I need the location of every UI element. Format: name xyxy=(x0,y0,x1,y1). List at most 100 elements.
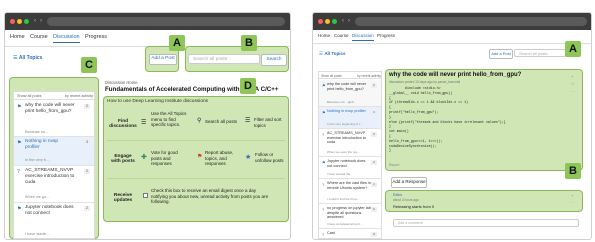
nav-discussion[interactable]: Discussion xyxy=(352,33,374,41)
course-nav: Home Course Discussion Progress xyxy=(313,30,591,44)
list-item[interactable]: ? AC_STREAMS_NVVP exercise introduction … xyxy=(319,129,381,157)
nav-progress[interactable]: Progress xyxy=(377,33,395,38)
post-count-badge: 2 xyxy=(371,160,377,165)
callout-b: B xyxy=(241,35,257,51)
post-title: Nothing in nvsp profiler xyxy=(327,109,366,113)
menu-icon: ☰ xyxy=(141,120,147,126)
post-count-badge: 3 xyxy=(84,140,90,145)
list-item[interactable]: ? Where are the cast files in remote Ubu… xyxy=(319,179,381,204)
response-author: Editor xyxy=(393,193,403,197)
list-item[interactable]: ? AC_STREAMS_NVVP exercise introduction … xyxy=(14,166,94,203)
list-item[interactable]: ⚑ why the code will never print hello_fr… xyxy=(319,80,381,107)
thread-title: why the code will never print hello_from… xyxy=(389,72,522,78)
star-icon: ★ xyxy=(245,154,252,161)
filter-bar: Show all posts by recent activity xyxy=(319,72,381,79)
digest-checkbox[interactable] xyxy=(143,193,148,198)
nav-course[interactable]: Course xyxy=(334,33,349,38)
search-input[interactable]: Search all posts xyxy=(188,54,260,64)
report-link[interactable]: Report xyxy=(389,163,400,167)
post-snippet: Because no/t ...glob... xyxy=(327,100,357,104)
response-meta: about 2 hours ago xyxy=(393,198,419,202)
howto-text: Filter and sort topics xyxy=(254,117,282,128)
more-icon[interactable]: … xyxy=(571,87,575,94)
callout-a: A xyxy=(565,41,581,57)
list-item[interactable]: ⚑ Jupyter notebook does not connect I ha… xyxy=(319,157,381,179)
maximize-dot-icon[interactable] xyxy=(332,19,337,24)
nav-home[interactable]: Home xyxy=(318,33,330,38)
filter-select[interactable]: Show all posts xyxy=(17,94,41,98)
nav-home[interactable]: Home xyxy=(10,34,25,40)
star-icon[interactable]: ☆ xyxy=(571,80,575,87)
nav-course[interactable]: Course xyxy=(30,34,48,40)
discussion-icon: ⚑ xyxy=(17,140,22,146)
post-snippet: In the very beginning of t... xyxy=(327,122,363,126)
all-topics-toggle[interactable]: ☰ All Topics xyxy=(319,51,345,57)
add-post-button[interactable]: Add a Post xyxy=(149,54,177,65)
question-icon: ? xyxy=(322,232,325,237)
post-count-badge: 2 xyxy=(371,83,377,88)
howto-row: Receive updates Check this box to receiv… xyxy=(107,180,285,218)
callout-b: B xyxy=(565,163,581,179)
nav-progress[interactable]: Progress xyxy=(85,34,107,40)
sort-select[interactable]: by recent activity xyxy=(357,74,381,78)
howto-row: Find discussions ☰ Use the All Topics me… xyxy=(107,107,285,141)
howto-text: Follow or unfollow posts xyxy=(255,152,284,163)
howto-text: Vote for good posts and responses xyxy=(151,150,178,166)
sort-select[interactable]: by recent activity xyxy=(65,94,93,98)
back-arrow-icon[interactable]: ‹ xyxy=(342,18,344,24)
menu-icon: ☰ xyxy=(319,51,324,56)
filter-select[interactable]: Show all posts xyxy=(321,74,342,78)
list-item[interactable]: ⚑ Nothing in nvsp profiler In the very b… xyxy=(319,107,381,129)
post-count-badge: 2 xyxy=(84,104,90,109)
list-item[interactable]: ? no progress on jupyter lab despite all… xyxy=(319,204,381,229)
discussion-icon: ⚑ xyxy=(322,110,326,115)
callout-c: C xyxy=(81,57,97,73)
minimize-dot-icon[interactable] xyxy=(17,19,22,24)
discussion-icon: ⚑ xyxy=(322,160,326,165)
discussion-icon: ⚑ xyxy=(322,83,326,88)
breadcrumb[interactable]: Discussion Home xyxy=(105,80,138,85)
more-icon[interactable]: … xyxy=(571,199,575,205)
discussion-icon: ⚑ xyxy=(17,206,22,212)
back-arrow-icon[interactable]: ‹ xyxy=(34,18,36,24)
post-title: AC_STREAMS_NVVP exercise introduction to… xyxy=(327,131,367,145)
howto-row-label: Engage with posts xyxy=(111,154,135,164)
right-browser-window: ‹ › Home Course Discussion Progress ☰ Al… xyxy=(312,12,592,240)
post-snippet: In the very b... xyxy=(25,158,50,162)
list-item[interactable]: ⚑ Jupyter notebook does not connect I ha… xyxy=(14,203,94,238)
post-count-badge: 3 xyxy=(371,110,377,115)
search-button[interactable]: Search xyxy=(261,54,287,66)
list-item[interactable]: ⚑ Nothing in nvsp profiler In the very b… xyxy=(14,137,94,166)
post-snippet: I have started the... xyxy=(327,172,353,176)
question-icon: ? xyxy=(322,182,325,187)
discussion-icon: ⚑ xyxy=(17,104,22,110)
minimize-dot-icon[interactable] xyxy=(325,19,330,24)
list-item[interactable]: ⚑ why the code will never print hello_fr… xyxy=(14,101,94,137)
nav-discussion[interactable]: Discussion xyxy=(53,34,80,43)
post-count-badge: 2 xyxy=(84,206,90,211)
url-bar[interactable] xyxy=(47,17,285,26)
post-title: Jupyter notebook does not connect xyxy=(25,205,74,216)
plus-icon: ✚ xyxy=(141,154,147,161)
post-snippet: When we go... xyxy=(25,195,50,199)
list-item[interactable]: ? Cast 0 xyxy=(319,229,381,238)
post-count-badge: 0 xyxy=(371,207,377,212)
post-title: why the code will never print hello_from… xyxy=(25,103,75,114)
question-icon: ? xyxy=(322,207,325,212)
thread-actions: + ☆ … xyxy=(571,73,575,94)
forward-arrow-icon[interactable]: › xyxy=(40,18,42,24)
forward-arrow-icon[interactable]: › xyxy=(348,18,350,24)
plus-icon[interactable]: + xyxy=(571,73,575,80)
howto-text: Use the All Topics menu to find specific… xyxy=(151,111,187,127)
url-bar[interactable] xyxy=(355,17,587,26)
howto-row-label: Find discussions xyxy=(109,119,137,129)
maximize-dot-icon[interactable] xyxy=(24,19,29,24)
close-dot-icon[interactable] xyxy=(10,19,15,24)
search-input[interactable]: Search all posts xyxy=(514,49,566,57)
close-dot-icon[interactable] xyxy=(318,19,323,24)
comment-input[interactable]: Add a comment xyxy=(393,219,579,227)
all-topics-toggle[interactable]: ☰ All Topics xyxy=(13,55,63,63)
all-topics-label: All Topics xyxy=(324,51,346,56)
add-post-button[interactable]: Add a Post xyxy=(489,49,513,59)
add-response-button[interactable]: Add a Response xyxy=(391,177,427,188)
